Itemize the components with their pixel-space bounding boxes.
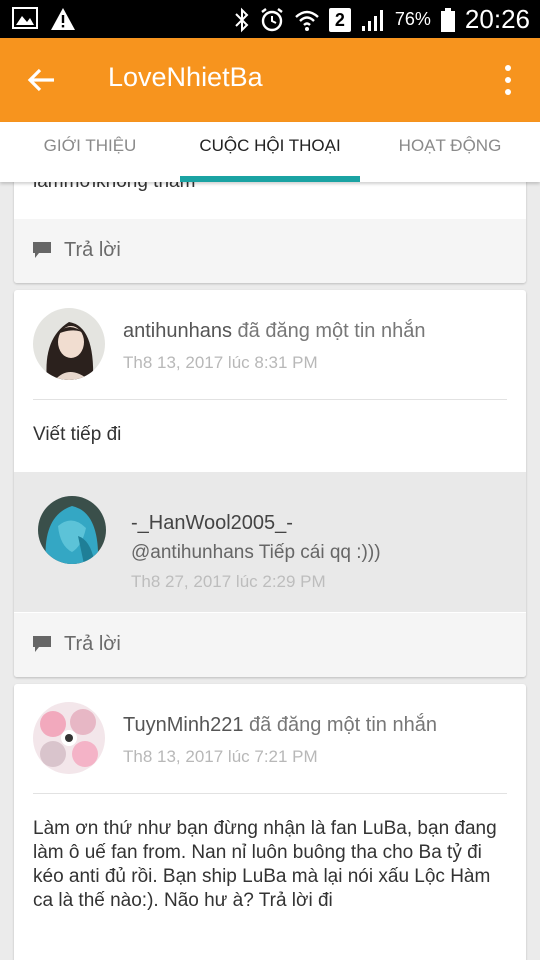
tab-activity[interactable]: HOẠT ĐỘNG — [360, 122, 540, 182]
reply-label: Trả lời — [64, 239, 121, 261]
back-button[interactable] — [22, 60, 62, 100]
more-options-button[interactable] — [498, 62, 518, 98]
avatar[interactable] — [38, 496, 106, 564]
battery-icon — [440, 7, 455, 32]
reply-button[interactable]: Trả lời — [14, 219, 526, 283]
comment-icon — [33, 636, 51, 652]
alarm-icon — [261, 7, 283, 31]
divider — [33, 793, 507, 794]
post-author[interactable]: antihunhans — [123, 320, 232, 342]
post-timestamp: Th8 13, 2017 lúc 7:21 PM — [123, 747, 318, 766]
status-bar: 2 76% 20:26 — [0, 0, 540, 38]
bluetooth-icon — [235, 7, 249, 32]
image-icon — [12, 7, 38, 29]
post-card: TuynMinh221 đã đăng một tin nhắn Th8 13,… — [14, 684, 526, 960]
sim-indicator: 2 — [328, 7, 351, 32]
arrow-left-icon — [27, 68, 54, 92]
post-author-line: TuynMinh221 đã đăng một tin nhắn — [123, 714, 437, 737]
reply-text: @antihunhans Tiếp cái qq :))) — [131, 542, 381, 563]
more-vert-icon — [505, 65, 511, 95]
post-message: Làm ơn thứ như bạn đừng nhận là fan LuBa… — [33, 818, 497, 911]
reply-label: Trả lời — [64, 633, 121, 655]
comment-icon — [33, 242, 51, 258]
app-bar: LoveNhietBa — [0, 38, 540, 122]
wifi-icon — [295, 10, 319, 31]
app-title: LoveNhietBa — [108, 62, 263, 92]
clock: 20:26 — [464, 4, 530, 34]
avatar[interactable] — [33, 702, 105, 774]
nested-reply: -_HanWool2005_- @antihunhans Tiếp cái qq… — [14, 472, 526, 612]
post-message: Viết tiếp đi — [33, 424, 122, 445]
active-tab-indicator — [180, 176, 360, 182]
warning-icon — [51, 8, 75, 30]
signal-icon — [361, 9, 383, 31]
tab-introduction[interactable]: GIỚI THIỆU — [0, 122, 180, 182]
reply-button[interactable]: Trả lời — [14, 613, 526, 677]
post-action: đã đăng một tin nhắn — [249, 714, 437, 736]
tab-bar: GIỚI THIỆU CUỘC HỘI THOẠI HOẠT ĐỘNG — [0, 122, 540, 182]
post-action: đã đăng một tin nhắn — [237, 320, 426, 342]
tab-conversations[interactable]: CUỘC HỘI THOẠI — [180, 122, 360, 182]
post-timestamp: Th8 13, 2017 lúc 8:31 PM — [123, 353, 318, 372]
conversation-list[interactable]: lắmmờikhông thấm Trả lời antihunhans đã … — [0, 182, 540, 960]
post-author-line: antihunhans đã đăng một tin nhắn — [123, 320, 425, 343]
post-message: lắmmờikhông thấm — [33, 182, 509, 194]
reply-timestamp: Th8 27, 2017 lúc 2:29 PM — [131, 572, 326, 591]
divider — [33, 399, 507, 400]
reply-author[interactable]: -_HanWool2005_- — [131, 512, 293, 535]
post-author[interactable]: TuynMinh221 — [123, 714, 243, 736]
avatar[interactable] — [33, 308, 105, 380]
post-card: antihunhans đã đăng một tin nhắn Th8 13,… — [14, 290, 526, 677]
battery-percent: 76% — [394, 9, 431, 29]
post-card: lắmmờikhông thấm Trả lời — [14, 182, 526, 283]
